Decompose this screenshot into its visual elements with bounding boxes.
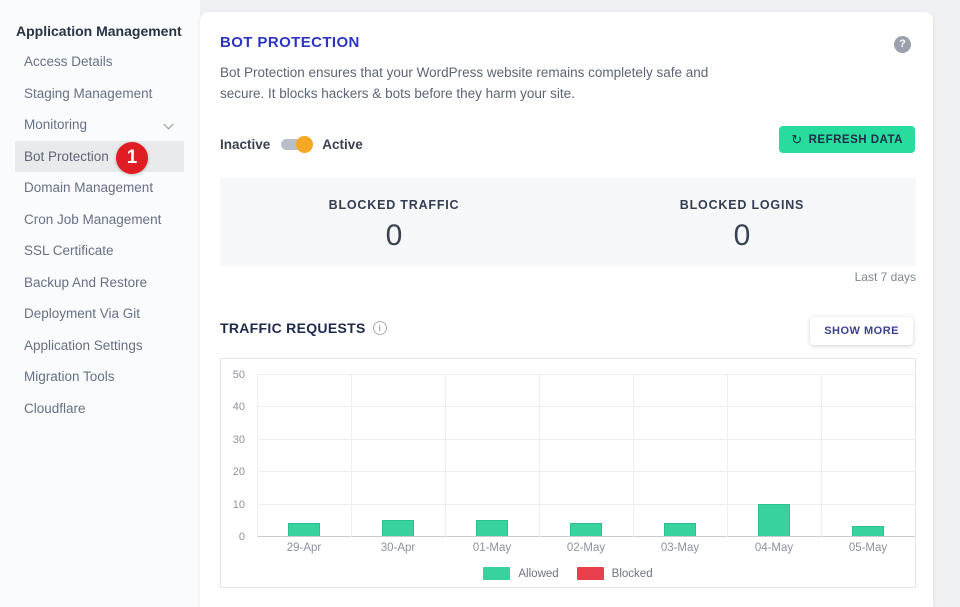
sidebar-item-label: Monitoring: [24, 117, 87, 132]
y-tick-label: 10: [225, 499, 251, 511]
vertical-gridline: [539, 375, 540, 537]
info-icon[interactable]: i: [373, 321, 387, 335]
toggle-inactive-label: Inactive: [220, 137, 270, 152]
y-tick-label: 40: [225, 401, 251, 413]
sidebar-item-access-details[interactable]: Access Details: [15, 46, 184, 78]
sidebar-item-backup-and-restore[interactable]: Backup And Restore: [15, 267, 184, 299]
stats-panel: BLOCKED TRAFFIC 0 BLOCKED LOGINS 0: [220, 178, 916, 266]
gridline: [257, 374, 915, 375]
x-tick-label: 02-May: [539, 542, 633, 554]
legend-label: Blocked: [612, 568, 653, 580]
sidebar-item-label: Migration Tools: [24, 369, 115, 384]
sidebar-item-label: Domain Management: [24, 180, 153, 195]
refresh-icon: ↻: [791, 132, 802, 148]
legend-swatch: [577, 567, 604, 580]
stat-value: 0: [568, 219, 916, 253]
bar-allowed: [570, 523, 602, 536]
x-tick-label: 29-Apr: [257, 542, 351, 554]
vertical-gridline: [257, 375, 258, 537]
refresh-data-button[interactable]: ↻ REFRESH DATA: [779, 126, 915, 153]
main-panel: BOT PROTECTION ? Bot Protection ensures …: [200, 12, 933, 607]
bar-allowed: [664, 523, 696, 536]
sidebar-item-cloudflare[interactable]: Cloudflare: [15, 393, 184, 425]
x-tick-label: 01-May: [445, 542, 539, 554]
sidebar-item-application-settings[interactable]: Application Settings: [15, 330, 184, 362]
legend-item-allowed: Allowed: [483, 567, 558, 580]
page-description: Bot Protection ensures that your WordPre…: [220, 62, 725, 104]
vertical-gridline: [727, 375, 728, 537]
sidebar-item-domain-management[interactable]: Domain Management: [15, 172, 184, 204]
toggle-knob: [296, 136, 313, 153]
sidebar-item-migration-tools[interactable]: Migration Tools: [15, 361, 184, 393]
chart-plot-area: [257, 375, 915, 537]
sidebar-item-monitoring[interactable]: Monitoring: [15, 109, 184, 141]
stat-blocked-logins: BLOCKED LOGINS 0: [568, 178, 916, 266]
bar-allowed: [382, 520, 414, 536]
sidebar-item-label: Backup And Restore: [24, 275, 147, 290]
sidebar-item-label: Cloudflare: [24, 401, 86, 416]
refresh-button-label: REFRESH DATA: [809, 134, 903, 146]
sidebar-item-ssl-certificate[interactable]: SSL Certificate: [15, 235, 184, 267]
y-tick-label: 30: [225, 434, 251, 446]
period-label: Last 7 days: [855, 270, 916, 284]
y-tick-label: 50: [225, 369, 251, 381]
traffic-requests-chart: 0 10 20 30 40 50 29-Apr30-Apr01-May02-May03-M…: [220, 358, 916, 588]
sidebar-item-label: Bot Protection: [24, 149, 109, 164]
chart-x-axis: 29-Apr30-Apr01-May02-May03-May04-May05-M…: [257, 542, 915, 557]
help-icon[interactable]: ?: [894, 36, 911, 53]
vertical-gridline: [351, 375, 352, 537]
chart-y-axis: 01020304050: [225, 375, 251, 537]
chart-legend: Allowed Blocked: [221, 567, 915, 580]
sidebar-item-label: Application Settings: [24, 338, 143, 353]
x-tick-label: 30-Apr: [351, 542, 445, 554]
gridline: [257, 439, 915, 440]
bar-allowed: [288, 523, 320, 536]
legend-swatch: [483, 567, 510, 580]
legend-label: Allowed: [518, 568, 558, 580]
sidebar-item-cron-job-management[interactable]: Cron Job Management: [15, 204, 184, 236]
toggle-active-label: Active: [322, 137, 363, 152]
page-title: BOT PROTECTION: [220, 34, 360, 51]
bar-allowed: [758, 504, 790, 536]
sidebar-item-label: Staging Management: [24, 86, 152, 101]
step-badge: 1: [116, 142, 148, 174]
vertical-gridline: [633, 375, 634, 537]
sidebar-title: Application Management: [0, 16, 200, 46]
sidebar-item-label: Access Details: [24, 54, 113, 69]
sidebar-item-staging-management[interactable]: Staging Management: [15, 78, 184, 110]
sidebar-item-label: Deployment Via Git: [24, 306, 140, 321]
sidebar: Application Management Access Details St…: [0, 0, 200, 607]
x-tick-label: 03-May: [633, 542, 727, 554]
gridline: [257, 536, 915, 537]
chevron-down-icon: [164, 120, 174, 130]
traffic-requests-header: TRAFFIC REQUESTS i: [220, 320, 387, 336]
show-more-button[interactable]: SHOW MORE: [810, 317, 913, 345]
gridline: [257, 406, 915, 407]
bar-allowed: [476, 520, 508, 536]
sidebar-item-label: Cron Job Management: [24, 212, 161, 227]
y-tick-label: 20: [225, 466, 251, 478]
y-tick-label: 0: [225, 531, 251, 543]
protection-toggle[interactable]: [281, 139, 311, 150]
sidebar-item-deployment-via-git[interactable]: Deployment Via Git: [15, 298, 184, 330]
gridline: [257, 504, 915, 505]
x-tick-label: 05-May: [821, 542, 915, 554]
section-title: TRAFFIC REQUESTS: [220, 320, 366, 336]
sidebar-item-label: SSL Certificate: [24, 243, 114, 258]
stat-label: BLOCKED TRAFFIC: [220, 198, 568, 212]
vertical-gridline: [445, 375, 446, 537]
page: Application Management Access Details St…: [0, 0, 960, 607]
stat-blocked-traffic: BLOCKED TRAFFIC 0: [220, 178, 568, 266]
vertical-gridline: [821, 375, 822, 537]
sidebar-item-bot-protection[interactable]: Bot Protection 1: [15, 141, 184, 173]
stat-label: BLOCKED LOGINS: [568, 198, 916, 212]
stat-value: 0: [220, 219, 568, 253]
protection-toggle-row: Inactive Active: [220, 137, 363, 152]
x-tick-label: 04-May: [727, 542, 821, 554]
bar-allowed: [852, 526, 884, 536]
legend-item-blocked: Blocked: [577, 567, 653, 580]
gridline: [257, 471, 915, 472]
